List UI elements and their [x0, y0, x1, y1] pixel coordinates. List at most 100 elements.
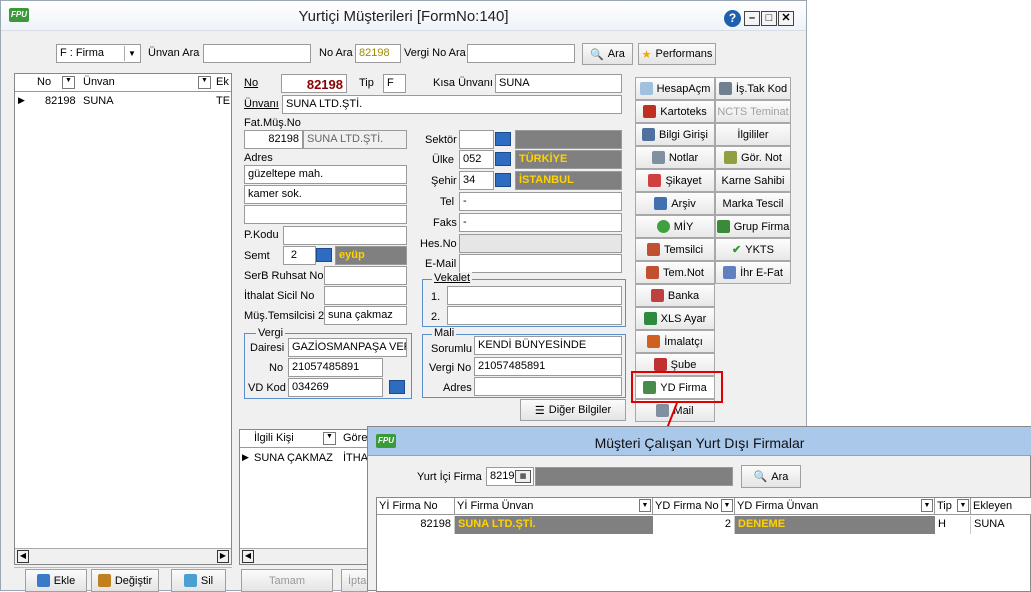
col-header-unvan[interactable]: Ünvan	[83, 76, 115, 88]
chevron-down-icon[interactable]: ▼	[721, 499, 733, 512]
ulke-code-field[interactable]: 052	[459, 150, 494, 169]
gor-not-button[interactable]: Gör. Not	[715, 146, 791, 169]
no-search-input[interactable]: 82198	[355, 44, 401, 63]
chevron-down-icon[interactable]: ▼	[323, 432, 336, 445]
serb-ruhsat-field[interactable]	[324, 266, 407, 285]
sehir-code-field[interactable]: 34	[459, 171, 494, 190]
ulke-picker-icon[interactable]	[495, 152, 511, 166]
email-field[interactable]	[459, 254, 622, 273]
diger-bilgiler-button[interactable]: ☰ Diğer Bilgiler	[520, 399, 626, 421]
calculator-icon[interactable]: ▦	[515, 470, 531, 483]
mali-adres-field[interactable]	[474, 377, 622, 396]
temsilci-button[interactable]: Temsilci	[635, 238, 715, 261]
marka-tescil-button[interactable]: Marka Tescil	[715, 192, 791, 215]
help-icon[interactable]: ?	[724, 10, 741, 27]
scroll-left-icon[interactable]: ◀	[242, 550, 254, 563]
sil-button[interactable]: Sil	[171, 569, 226, 592]
fat-mus-no-field[interactable]: 82198	[244, 130, 303, 149]
adres-line-3[interactable]	[244, 205, 407, 224]
banka-button[interactable]: Banka	[635, 284, 715, 307]
ulke-label: Ülke	[432, 154, 455, 166]
no-field[interactable]: 82198	[281, 74, 347, 93]
filter-select[interactable]: F : Firma ▼	[56, 44, 141, 63]
chevron-down-icon[interactable]: ▼	[921, 499, 933, 512]
sikayet-button[interactable]: Şikayet	[635, 169, 715, 192]
notlar-button[interactable]: Notlar	[635, 146, 715, 169]
xls-ayar-button[interactable]: XLS Ayar	[635, 307, 715, 330]
col-header-no[interactable]: No	[37, 76, 51, 88]
bilgi-girisi-button[interactable]: Bilgi Girişi	[635, 123, 715, 146]
kartoteks-button[interactable]: Kartoteks	[635, 100, 715, 123]
cell-yi-firma-no: 82198	[377, 516, 455, 534]
semt-picker-icon[interactable]	[316, 248, 332, 262]
adres-line-1[interactable]: güzeltepe mah.	[244, 165, 407, 184]
degistir-button[interactable]: Değiştir	[91, 569, 159, 592]
col-header-ekleyen[interactable]: Ekleyen	[971, 498, 1031, 515]
vergi-no-field[interactable]: 21057485891	[288, 358, 383, 377]
ykts-button[interactable]: ✔ YKTS	[715, 238, 791, 261]
grup-firma-button[interactable]: Grup Firma	[715, 215, 791, 238]
bilgi-girisi-label: Bilgi Girişi	[659, 128, 708, 141]
hesap-acma-button[interactable]: HesapAçm	[635, 77, 715, 100]
no-label: No	[244, 77, 259, 89]
chevron-down-icon[interactable]: ▼	[198, 76, 211, 89]
imalatci-button[interactable]: İmalatçı	[635, 330, 715, 353]
col-header-ek[interactable]: Ek	[216, 76, 229, 88]
col-header-tip[interactable]: Tip ▼	[935, 498, 971, 515]
pkodu-field[interactable]	[283, 226, 407, 245]
col-header-yi-firma-no[interactable]: Yİ Firma No	[377, 498, 455, 515]
table-row[interactable]: ▶ 82198 SUNA TE	[15, 93, 231, 109]
adres-line-2[interactable]: kamer sok.	[244, 185, 407, 204]
minimize-button[interactable]: –	[744, 11, 760, 26]
vergi-no-search-input[interactable]	[467, 44, 575, 63]
tem-not-button[interactable]: Tem.Not	[635, 261, 715, 284]
faks-field[interactable]: -	[459, 213, 622, 232]
kisa-unvan-field[interactable]: SUNA	[495, 74, 622, 93]
unvan-search-input[interactable]	[203, 44, 311, 63]
ithalat-sicil-field[interactable]	[324, 286, 407, 305]
maximize-button[interactable]: □	[761, 11, 777, 26]
semt-code-field[interactable]: 2	[283, 246, 316, 265]
vekalet-2-field[interactable]	[447, 306, 622, 325]
horizontal-scrollbar[interactable]: ◀ ▶	[15, 548, 231, 564]
tel-field[interactable]: -	[459, 192, 622, 211]
miy-button[interactable]: MİY	[635, 215, 715, 238]
mus-temsilci-field[interactable]: suna çakmaz	[324, 306, 407, 325]
unvan-field[interactable]: SUNA LTD.ŞTİ.	[282, 95, 622, 114]
col-header-ilgili-kisi[interactable]: İlgili Kişi	[254, 432, 294, 444]
chevron-down-icon[interactable]: ▼	[957, 499, 969, 512]
gor-not-label: Gör. Not	[741, 151, 782, 164]
col-header-yd-firma-no[interactable]: YD Firma No ▼	[653, 498, 735, 515]
col-header-yd-firma-unvan[interactable]: YD Firma Ünvan ▼	[735, 498, 935, 515]
vd-kod-field[interactable]: 034269	[288, 378, 383, 397]
karne-sahibi-button[interactable]: Karne Sahibi	[715, 169, 791, 192]
vekalet-1-field[interactable]	[447, 286, 622, 305]
col-header-yi-firma-unvan[interactable]: Yİ Firma Ünvan ▼	[455, 498, 653, 515]
tip-field[interactable]: F	[383, 74, 406, 93]
performance-button[interactable]: ★ Performans	[638, 43, 716, 65]
table-row[interactable]: 82198 SUNA LTD.ŞTİ. 2 DENEME H SUNA	[377, 516, 1031, 534]
chevron-down-icon[interactable]: ▼	[639, 499, 651, 512]
sektor-code-field[interactable]	[459, 130, 494, 149]
search-button[interactable]: 🔍 Ara	[582, 43, 633, 65]
scroll-right-icon[interactable]: ▶	[217, 550, 229, 563]
horizontal-scrollbar[interactable]: ◀	[240, 548, 373, 564]
col-header-gorev[interactable]: Göre	[343, 432, 367, 444]
vd-kod-picker-icon[interactable]	[389, 380, 405, 394]
sektor-picker-icon[interactable]	[495, 132, 511, 146]
arsiv-button[interactable]: Arşiv	[635, 192, 715, 215]
vergi-dairesi-field[interactable]: GAZİOSMANPAŞA VERG	[288, 338, 407, 357]
ilgililer-button[interactable]: İlgililer	[715, 123, 791, 146]
sehir-picker-icon[interactable]	[495, 173, 511, 187]
vergi-no-search-label: Vergi No Ara	[404, 47, 466, 59]
mali-vergi-no-field[interactable]: 21057485891	[474, 357, 622, 376]
scroll-left-icon[interactable]: ◀	[17, 550, 29, 563]
close-button[interactable]: ✕	[778, 11, 794, 26]
ihr-efat-button[interactable]: İhr E-Fat	[715, 261, 791, 284]
sorumlu-field[interactable]: KENDİ BÜNYESİNDE	[474, 336, 622, 355]
dialog-search-button[interactable]: 🔍 Ara	[741, 465, 801, 488]
ekle-button[interactable]: Ekle	[25, 569, 87, 592]
chevron-down-icon[interactable]: ▼	[62, 76, 75, 89]
is-tak-kod-button[interactable]: İş.Tak Kod	[715, 77, 791, 100]
table-row[interactable]: ▶ SUNA ÇAKMAZ İTHA	[240, 450, 373, 466]
